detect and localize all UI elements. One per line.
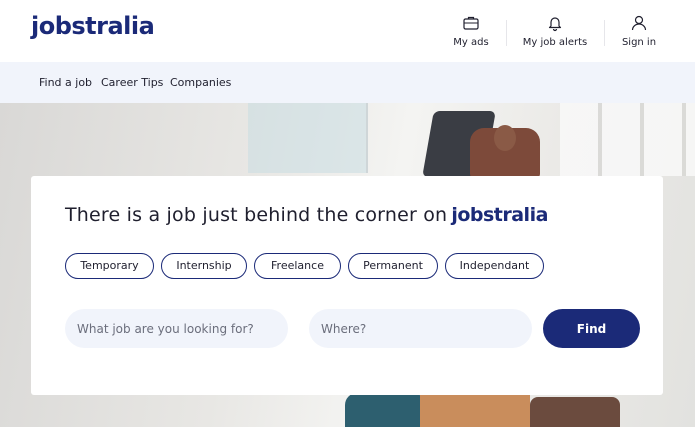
sign-in-link[interactable]: Sign in (620, 14, 658, 48)
main-nav: Find a job Career Tips Companies (0, 62, 695, 103)
sign-in-label: Sign in (621, 37, 657, 48)
header-divider (604, 20, 605, 46)
search-card: There is a job just behind the corner on… (31, 176, 663, 395)
hero-window (560, 103, 695, 176)
hero-person-head (494, 125, 516, 151)
job-type-chip-permanent[interactable]: Permanent (348, 253, 438, 279)
jobstralia-logo[interactable]: jobstralia (31, 12, 155, 40)
bell-icon (548, 17, 562, 32)
my-job-alerts-label: My job alerts (522, 37, 588, 48)
header-divider (506, 20, 507, 46)
find-button[interactable]: Find (543, 309, 640, 348)
search-headline: There is a job just behind the corner on… (65, 204, 548, 226)
job-search-input[interactable] (65, 309, 288, 348)
my-ads-link[interactable]: My ads (448, 14, 494, 48)
my-ads-label: My ads (453, 37, 489, 48)
job-type-chip-temporary[interactable]: Temporary (65, 253, 154, 279)
hero-glass-panel (248, 103, 368, 173)
job-type-chip-independant[interactable]: Independant (445, 253, 544, 279)
briefcase-icon (463, 16, 479, 30)
nav-item-companies[interactable]: Companies (170, 76, 231, 89)
job-type-chip-internship[interactable]: Internship (161, 253, 247, 279)
hero-desk (420, 395, 530, 427)
headline-text: There is a job just behind the corner on (65, 204, 448, 226)
headline-logo: jobstralia (451, 204, 548, 226)
user-icon (631, 15, 647, 31)
my-job-alerts-link[interactable]: My job alerts (522, 14, 588, 48)
nav-item-career-tips[interactable]: Career Tips (101, 76, 163, 89)
nav-item-find-a-job[interactable]: Find a job (39, 76, 92, 89)
site-header: jobstralia My ads My job alerts Sign in (0, 0, 695, 62)
hero-desk-left (345, 393, 425, 427)
location-input[interactable] (309, 309, 532, 348)
job-type-chip-freelance[interactable]: Freelance (254, 253, 341, 279)
hero-desk-right (530, 397, 620, 427)
